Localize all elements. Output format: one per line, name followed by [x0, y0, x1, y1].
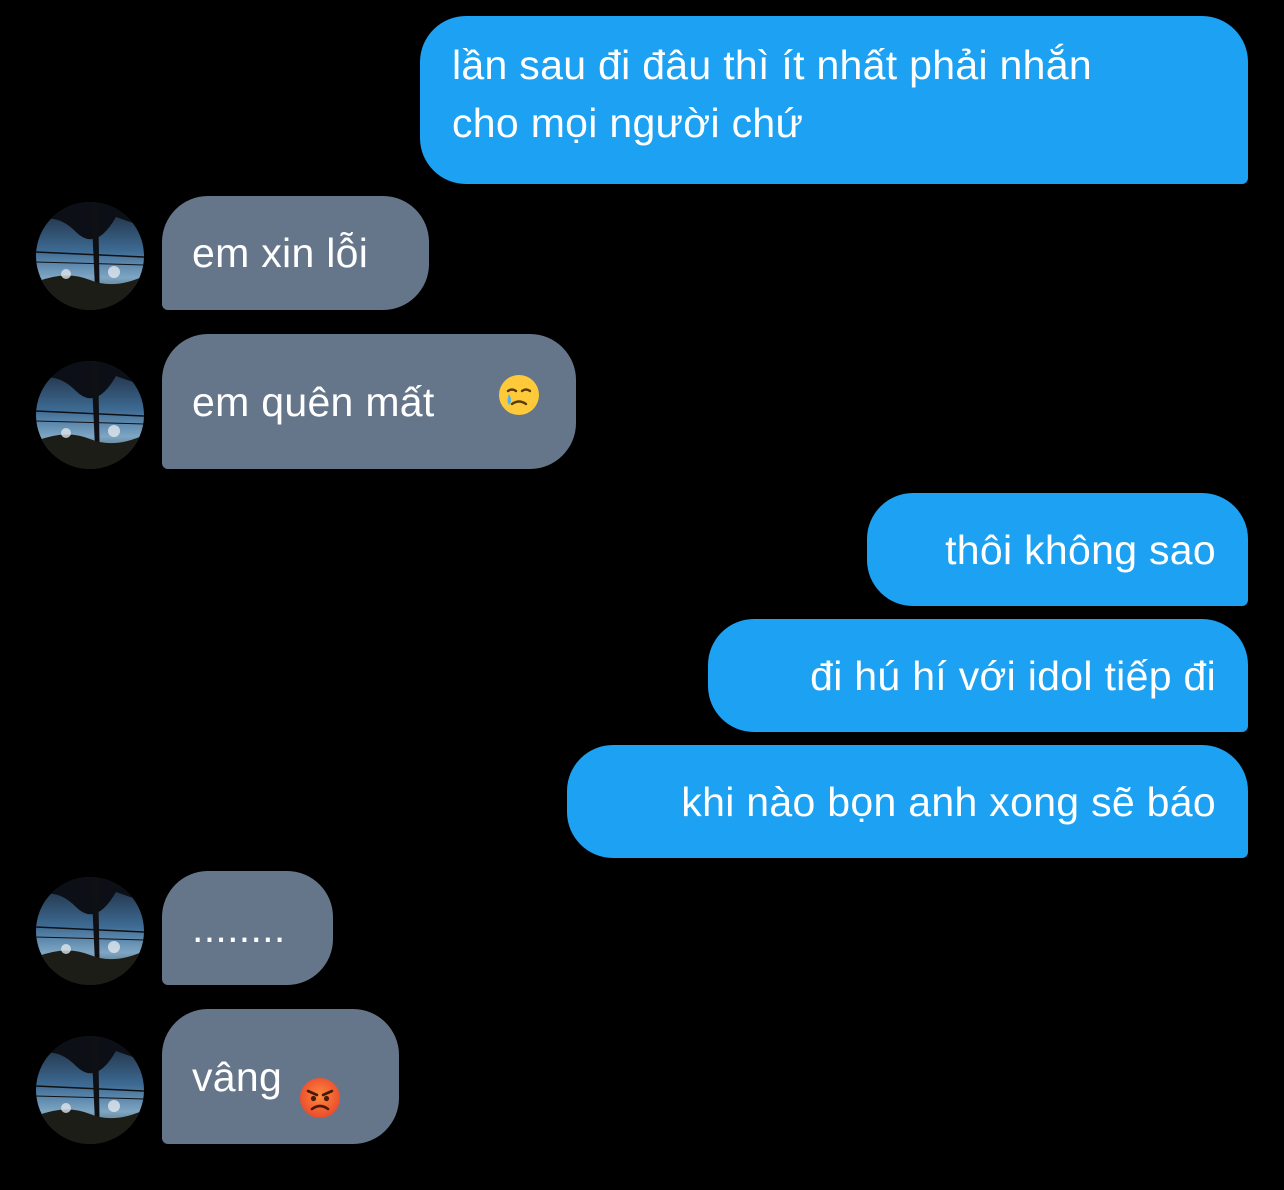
face-holding-back-tears-icon	[451, 317, 542, 487]
message-text: đi hú hí với idol tiếp đi	[810, 652, 1216, 699]
message-bubble-sent[interactable]: lần sau đi đâu thì ít nhất phải nhắn cho…	[420, 16, 1248, 184]
message-bubble-received[interactable]: vâng	[162, 1009, 399, 1144]
message-text: lần sau đi đâu thì ít nhất phải nhắn cho…	[452, 42, 1092, 146]
message-bubble-sent[interactable]: thôi không sao	[867, 493, 1248, 606]
avatar[interactable]	[36, 202, 144, 310]
avatar[interactable]	[36, 361, 144, 469]
message-bubble-sent[interactable]: đi hú hí với idol tiếp đi	[708, 619, 1248, 732]
message-bubble-received[interactable]: em xin lỗi	[162, 196, 429, 310]
message-bubble-received[interactable]: em quên mất	[162, 334, 576, 469]
message-text: khi nào bọn anh xong sẽ báo	[681, 778, 1216, 825]
message-text: em quên mất	[192, 378, 435, 425]
message-text: ........	[192, 905, 286, 951]
message-bubble-sent[interactable]: khi nào bọn anh xong sẽ báo	[567, 745, 1248, 858]
avatar[interactable]	[36, 877, 144, 985]
message-text: em xin lỗi	[192, 230, 369, 276]
message-text: thôi không sao	[945, 526, 1216, 573]
avatar[interactable]	[36, 1036, 144, 1144]
message-text: vâng	[192, 1053, 283, 1100]
angry-face-icon	[298, 964, 369, 1190]
